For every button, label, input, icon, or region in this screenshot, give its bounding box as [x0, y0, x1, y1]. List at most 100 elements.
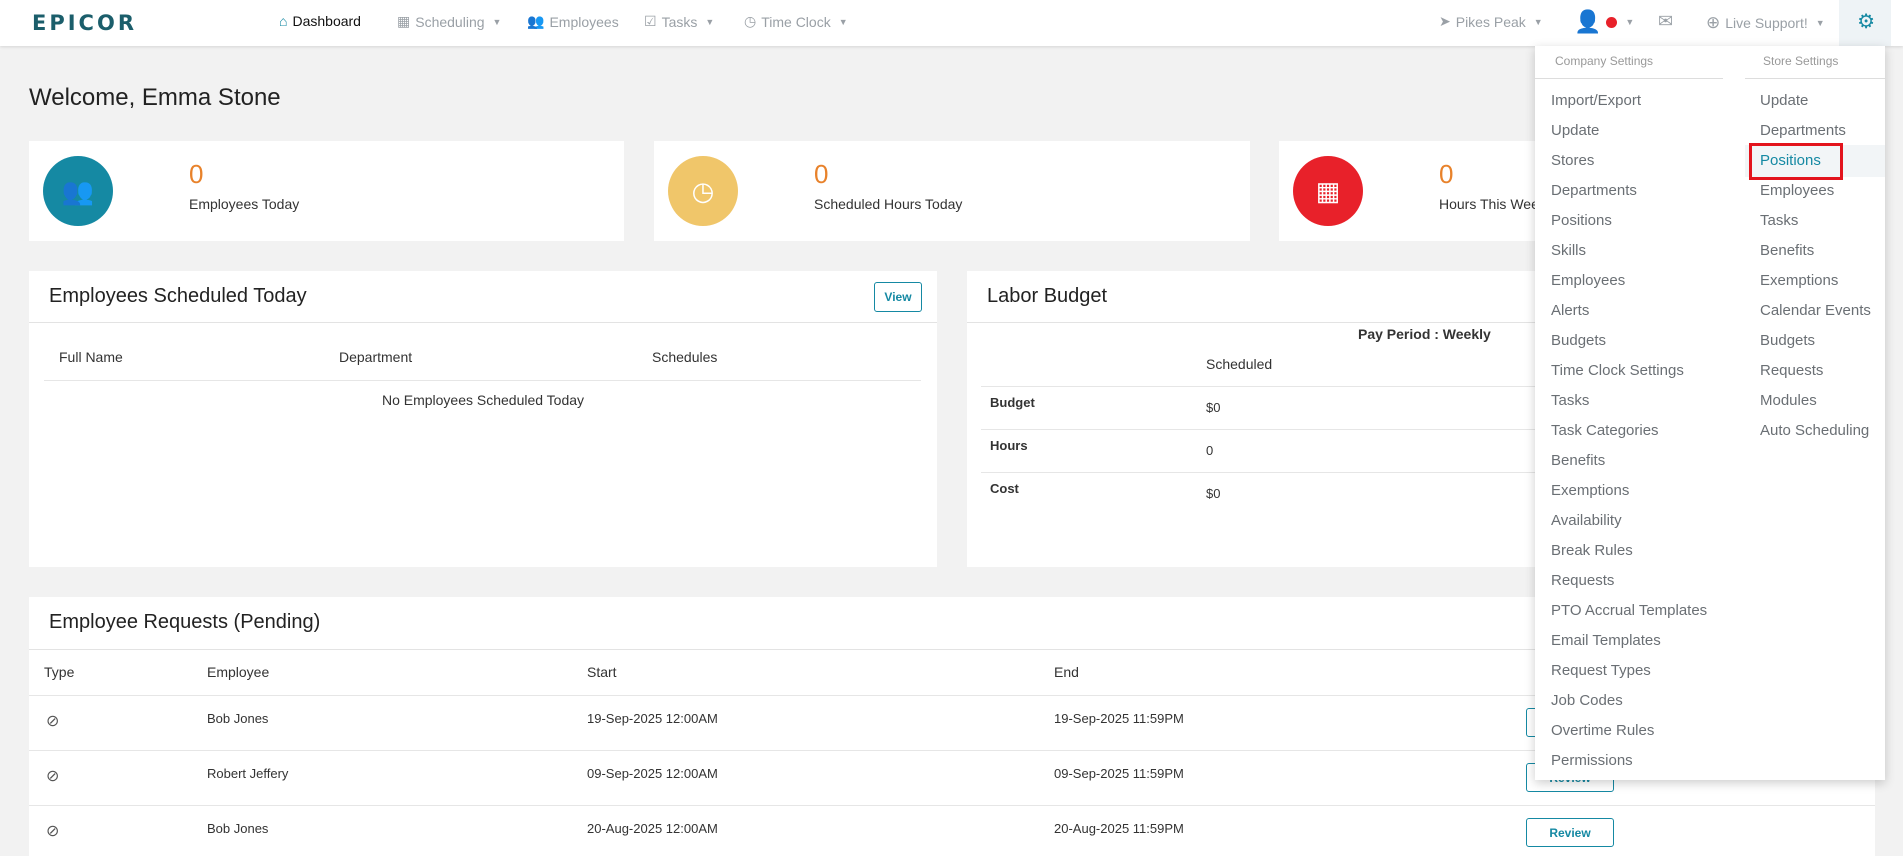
nav-time-clock[interactable]: ◷ Time Clock ▼ — [744, 13, 848, 30]
column-header: Department — [339, 349, 413, 365]
chevron-down-icon: ▼ — [1533, 16, 1543, 27]
chevron-down-icon: ▼ — [1815, 18, 1825, 28]
panel-title: Labor Budget — [987, 285, 1108, 307]
nav-tasks[interactable]: ☑ Tasks ▼ — [644, 13, 714, 30]
menu-item-company-tasks[interactable]: Tasks — [1551, 392, 1589, 409]
menu-item-time-clock-settings[interactable]: Time Clock Settings — [1551, 362, 1684, 379]
messages-button[interactable]: ✉ — [1658, 11, 1673, 32]
stat-label: Hours This Week — [1439, 196, 1546, 212]
menu-item-task-categories[interactable]: Task Categories — [1551, 422, 1659, 439]
nav-scheduling[interactable]: ▦ Scheduling ▼ — [397, 13, 501, 30]
row-value: $0 — [1206, 486, 1221, 501]
menu-item-overtime-rules[interactable]: Overtime Rules — [1551, 722, 1654, 739]
lifebuoy-icon: ⊕ — [1706, 13, 1721, 32]
clock-icon: ◷ — [744, 13, 757, 29]
menu-item-store-exemptions[interactable]: Exemptions — [1760, 272, 1838, 289]
top-navbar: EPICOR ⌂ Dashboard ▦ Scheduling ▼ 👥 Empl… — [0, 0, 1903, 46]
welcome-heading: Welcome, Emma Stone — [29, 84, 281, 111]
menu-item-company-budgets[interactable]: Budgets — [1551, 332, 1606, 349]
view-button[interactable]: View — [874, 282, 922, 312]
row-label: Budget — [990, 395, 1035, 410]
message-icon: ✉ — [1658, 11, 1674, 31]
nav-employees[interactable]: 👥 Employees — [527, 13, 619, 30]
menu-item-company-employees[interactable]: Employees — [1551, 272, 1625, 289]
user-menu[interactable]: 👤 ▼ — [1574, 9, 1634, 35]
column-header: Employee — [207, 664, 270, 680]
menu-item-break-rules[interactable]: Break Rules — [1551, 542, 1633, 559]
chevron-down-icon: ▼ — [1625, 17, 1635, 27]
divider — [1745, 78, 1885, 79]
chevron-down-icon: ▼ — [705, 16, 715, 27]
menu-item-job-codes[interactable]: Job Codes — [1551, 692, 1623, 709]
menu-item-request-types[interactable]: Request Types — [1551, 662, 1651, 679]
menu-item-company-benefits[interactable]: Benefits — [1551, 452, 1605, 469]
column-header: End — [1054, 664, 1079, 680]
divider — [44, 380, 921, 381]
live-support-menu[interactable]: ⊕ Live Support! ▼ — [1706, 13, 1825, 33]
menu-item-company-exemptions[interactable]: Exemptions — [1551, 482, 1629, 499]
row-label: Hours — [990, 438, 1028, 453]
clock-icon: ◷ — [668, 156, 738, 226]
column-header: Schedules — [652, 349, 718, 365]
menu-item-calendar-events[interactable]: Calendar Events — [1760, 302, 1871, 319]
user-slash-icon: ⊘ — [46, 713, 60, 730]
nav-tasks-label: Tasks — [661, 13, 698, 30]
user-slash-icon: ⊘ — [46, 768, 60, 785]
highlight-box — [1749, 143, 1843, 180]
store-selector[interactable]: ➤ Pikes Peak ▼ — [1439, 13, 1543, 30]
stat-value: 0 — [814, 159, 829, 189]
menu-item-company-update[interactable]: Update — [1551, 122, 1599, 139]
menu-item-store-budgets[interactable]: Budgets — [1760, 332, 1815, 349]
nav-employees-label: Employees — [549, 13, 619, 30]
start-date: 09-Sep-2025 12:00AM — [587, 766, 718, 781]
panel-title: Employees Scheduled Today — [49, 285, 307, 307]
panel-title: Employee Requests (Pending) — [49, 611, 321, 633]
stat-value: 0 — [1439, 159, 1454, 189]
menu-item-email-templates[interactable]: Email Templates — [1551, 632, 1661, 649]
users-icon: 👥 — [43, 156, 113, 226]
menu-item-alerts[interactable]: Alerts — [1551, 302, 1589, 319]
column-header: Scheduled — [1206, 356, 1273, 372]
epicor-logo[interactable]: EPICOR — [32, 11, 137, 35]
calendar-icon: ▦ — [397, 13, 411, 29]
menu-item-import-export[interactable]: Import/Export — [1551, 92, 1641, 109]
review-button[interactable]: Review — [1526, 818, 1614, 847]
location-arrow-icon: ➤ — [1439, 13, 1451, 29]
menu-item-store-benefits[interactable]: Benefits — [1760, 242, 1814, 259]
stat-card-employees: 👥 0 Employees Today — [29, 141, 624, 241]
menu-item-modules[interactable]: Modules — [1760, 392, 1817, 409]
stat-card-scheduled-hours: ◷ 0 Scheduled Hours Today — [654, 141, 1250, 241]
menu-item-availability[interactable]: Availability — [1551, 512, 1622, 529]
column-header: Start — [587, 664, 617, 680]
start-date: 19-Sep-2025 12:00AM — [587, 711, 718, 726]
store-name: Pikes Peak — [1455, 13, 1526, 30]
pay-period-label: Pay Period : Weekly — [1358, 326, 1491, 342]
users-icon: 👥 — [527, 13, 545, 29]
menu-item-company-departments[interactable]: Departments — [1551, 182, 1637, 199]
row-value: $0 — [1206, 400, 1221, 415]
calendar-icon: ▦ — [1293, 156, 1363, 226]
menu-item-company-positions[interactable]: Positions — [1551, 212, 1612, 229]
menu-item-store-update[interactable]: Update — [1760, 92, 1808, 109]
empty-message: No Employees Scheduled Today — [381, 392, 585, 408]
menu-item-stores[interactable]: Stores — [1551, 152, 1594, 169]
menu-item-pto-accrual-templates[interactable]: PTO Accrual Templates — [1551, 602, 1707, 619]
nav-time-clock-label: Time Clock — [761, 13, 831, 30]
end-date: 19-Sep-2025 11:59PM — [1054, 711, 1184, 726]
row-value: 0 — [1206, 443, 1214, 458]
menu-item-store-tasks[interactable]: Tasks — [1760, 212, 1798, 229]
notification-dot — [1606, 16, 1618, 28]
menu-item-company-requests[interactable]: Requests — [1551, 572, 1614, 589]
menu-item-permissions[interactable]: Permissions — [1551, 752, 1633, 769]
stat-label: Employees Today — [189, 196, 300, 212]
employees-scheduled-panel: Employees Scheduled Today View Full Name… — [29, 271, 937, 567]
menu-item-store-departments[interactable]: Departments — [1760, 122, 1846, 139]
menu-item-skills[interactable]: Skills — [1551, 242, 1586, 259]
menu-item-store-requests[interactable]: Requests — [1760, 362, 1823, 379]
chevron-down-icon: ▼ — [492, 16, 502, 27]
menu-item-store-employees[interactable]: Employees — [1760, 182, 1834, 199]
nav-scheduling-label: Scheduling — [415, 13, 485, 30]
gear-icon[interactable]: ⚙ — [1857, 9, 1875, 34]
nav-dashboard[interactable]: ⌂ Dashboard — [279, 13, 361, 29]
menu-item-auto-scheduling[interactable]: Auto Scheduling — [1760, 422, 1869, 439]
